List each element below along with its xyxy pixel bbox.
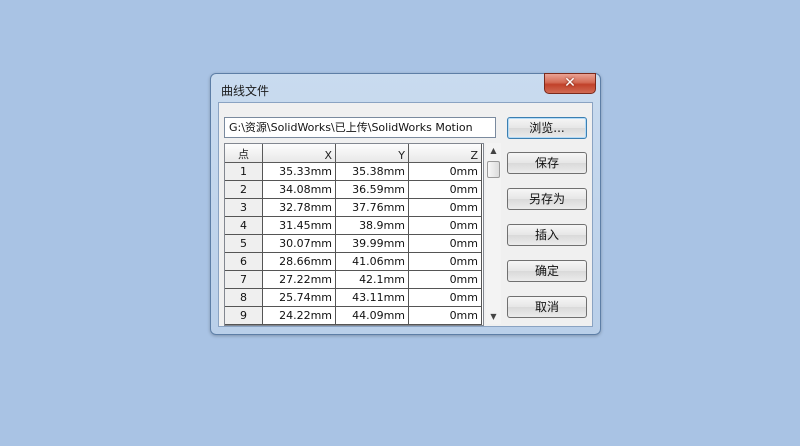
y-value-cell[interactable]: 38.9mm (335, 216, 409, 235)
x-value-cell[interactable]: 24.22mm (262, 306, 336, 325)
point-index-cell[interactable]: 2 (225, 180, 263, 199)
table-row[interactable]: 6 28.66mm 41.06mm 0mm (225, 252, 482, 271)
y-value-cell[interactable]: 36.59mm (335, 180, 409, 199)
y-value-cell[interactable]: 35.38mm (335, 162, 409, 181)
z-value-cell[interactable]: 0mm (408, 234, 482, 253)
x-value-cell[interactable]: 35.33mm (262, 162, 336, 181)
y-value-cell[interactable]: 41.06mm (335, 252, 409, 271)
ok-button[interactable]: 确定 (507, 260, 587, 282)
column-header-z[interactable]: Z (408, 144, 482, 163)
table-row[interactable]: 4 31.45mm 38.9mm 0mm (225, 216, 482, 235)
x-value-cell[interactable]: 34.08mm (262, 180, 336, 199)
point-index-cell[interactable]: 4 (225, 216, 263, 235)
z-value-cell[interactable]: 0mm (408, 216, 482, 235)
z-value-cell[interactable]: 0mm (408, 288, 482, 307)
scroll-down-icon[interactable]: ▼ (486, 309, 501, 324)
points-table[interactable]: 点 X Y Z 1 35.33mm 35.38mm 0mm 2 34.08mm 36.59m… (224, 143, 484, 326)
close-icon: ✕ (564, 75, 576, 91)
table-scrollbar[interactable]: ▲ ▼ (486, 143, 501, 324)
table-row[interactable]: 1 35.33mm 35.38mm 0mm (225, 162, 482, 181)
x-value-cell[interactable]: 27.22mm (262, 270, 336, 289)
table-row[interactable]: 7 27.22mm 42.1mm 0mm (225, 270, 482, 289)
save-button[interactable]: 保存 (507, 152, 587, 174)
table-row[interactable]: 3 32.78mm 37.76mm 0mm (225, 198, 482, 217)
point-index-cell[interactable]: 9 (225, 306, 263, 325)
point-index-cell[interactable]: 3 (225, 198, 263, 217)
close-button[interactable]: ✕ (544, 73, 596, 94)
column-header-y[interactable]: Y (335, 144, 409, 163)
table-row[interactable]: 9 24.22mm 44.09mm 0mm (225, 306, 482, 325)
point-index-cell[interactable]: 8 (225, 288, 263, 307)
table-row[interactable]: 5 30.07mm 39.99mm 0mm (225, 234, 482, 253)
title-bar[interactable]: 曲线文件 ✕ (211, 73, 600, 102)
point-index-cell[interactable]: 7 (225, 270, 263, 289)
x-value-cell[interactable]: 32.78mm (262, 198, 336, 217)
y-value-cell[interactable]: 44.09mm (335, 306, 409, 325)
insert-button[interactable]: 插入 (507, 224, 587, 246)
z-value-cell[interactable]: 0mm (408, 270, 482, 289)
scroll-up-icon[interactable]: ▲ (486, 143, 501, 158)
x-value-cell[interactable]: 25.74mm (262, 288, 336, 307)
x-value-cell[interactable]: 31.45mm (262, 216, 336, 235)
z-value-cell[interactable]: 0mm (408, 162, 482, 181)
dialog-title: 曲线文件 (221, 84, 270, 98)
y-value-cell[interactable]: 43.11mm (335, 288, 409, 307)
point-index-cell[interactable]: 6 (225, 252, 263, 271)
y-value-cell[interactable]: 42.1mm (335, 270, 409, 289)
y-value-cell[interactable]: 39.99mm (335, 234, 409, 253)
table-row[interactable]: 8 25.74mm 43.11mm 0mm (225, 288, 482, 307)
z-value-cell[interactable]: 0mm (408, 252, 482, 271)
z-value-cell[interactable]: 0mm (408, 180, 482, 199)
cancel-button[interactable]: 取消 (507, 296, 587, 318)
dialog-body: G:\资源\SolidWorks\已上传\SolidWorks Motion 浏… (218, 102, 593, 327)
point-index-cell[interactable]: 5 (225, 234, 263, 253)
save-as-button[interactable]: 另存为 (507, 188, 587, 210)
file-path-field[interactable]: G:\资源\SolidWorks\已上传\SolidWorks Motion (224, 117, 496, 138)
column-header-x[interactable]: X (262, 144, 336, 163)
y-value-cell[interactable]: 37.76mm (335, 198, 409, 217)
curve-file-dialog: 曲线文件 ✕ G:\资源\SolidWorks\已上传\SolidWorks M… (210, 73, 601, 335)
scroll-thumb[interactable] (487, 161, 500, 178)
table-header-row: 点 X Y Z (225, 144, 482, 163)
point-index-cell[interactable]: 1 (225, 162, 263, 181)
column-header-point[interactable]: 点 (225, 144, 263, 163)
z-value-cell[interactable]: 0mm (408, 198, 482, 217)
table-row[interactable]: 2 34.08mm 36.59mm 0mm (225, 180, 482, 199)
browse-button[interactable]: 浏览... (507, 117, 587, 139)
z-value-cell[interactable]: 0mm (408, 306, 482, 325)
x-value-cell[interactable]: 28.66mm (262, 252, 336, 271)
x-value-cell[interactable]: 30.07mm (262, 234, 336, 253)
